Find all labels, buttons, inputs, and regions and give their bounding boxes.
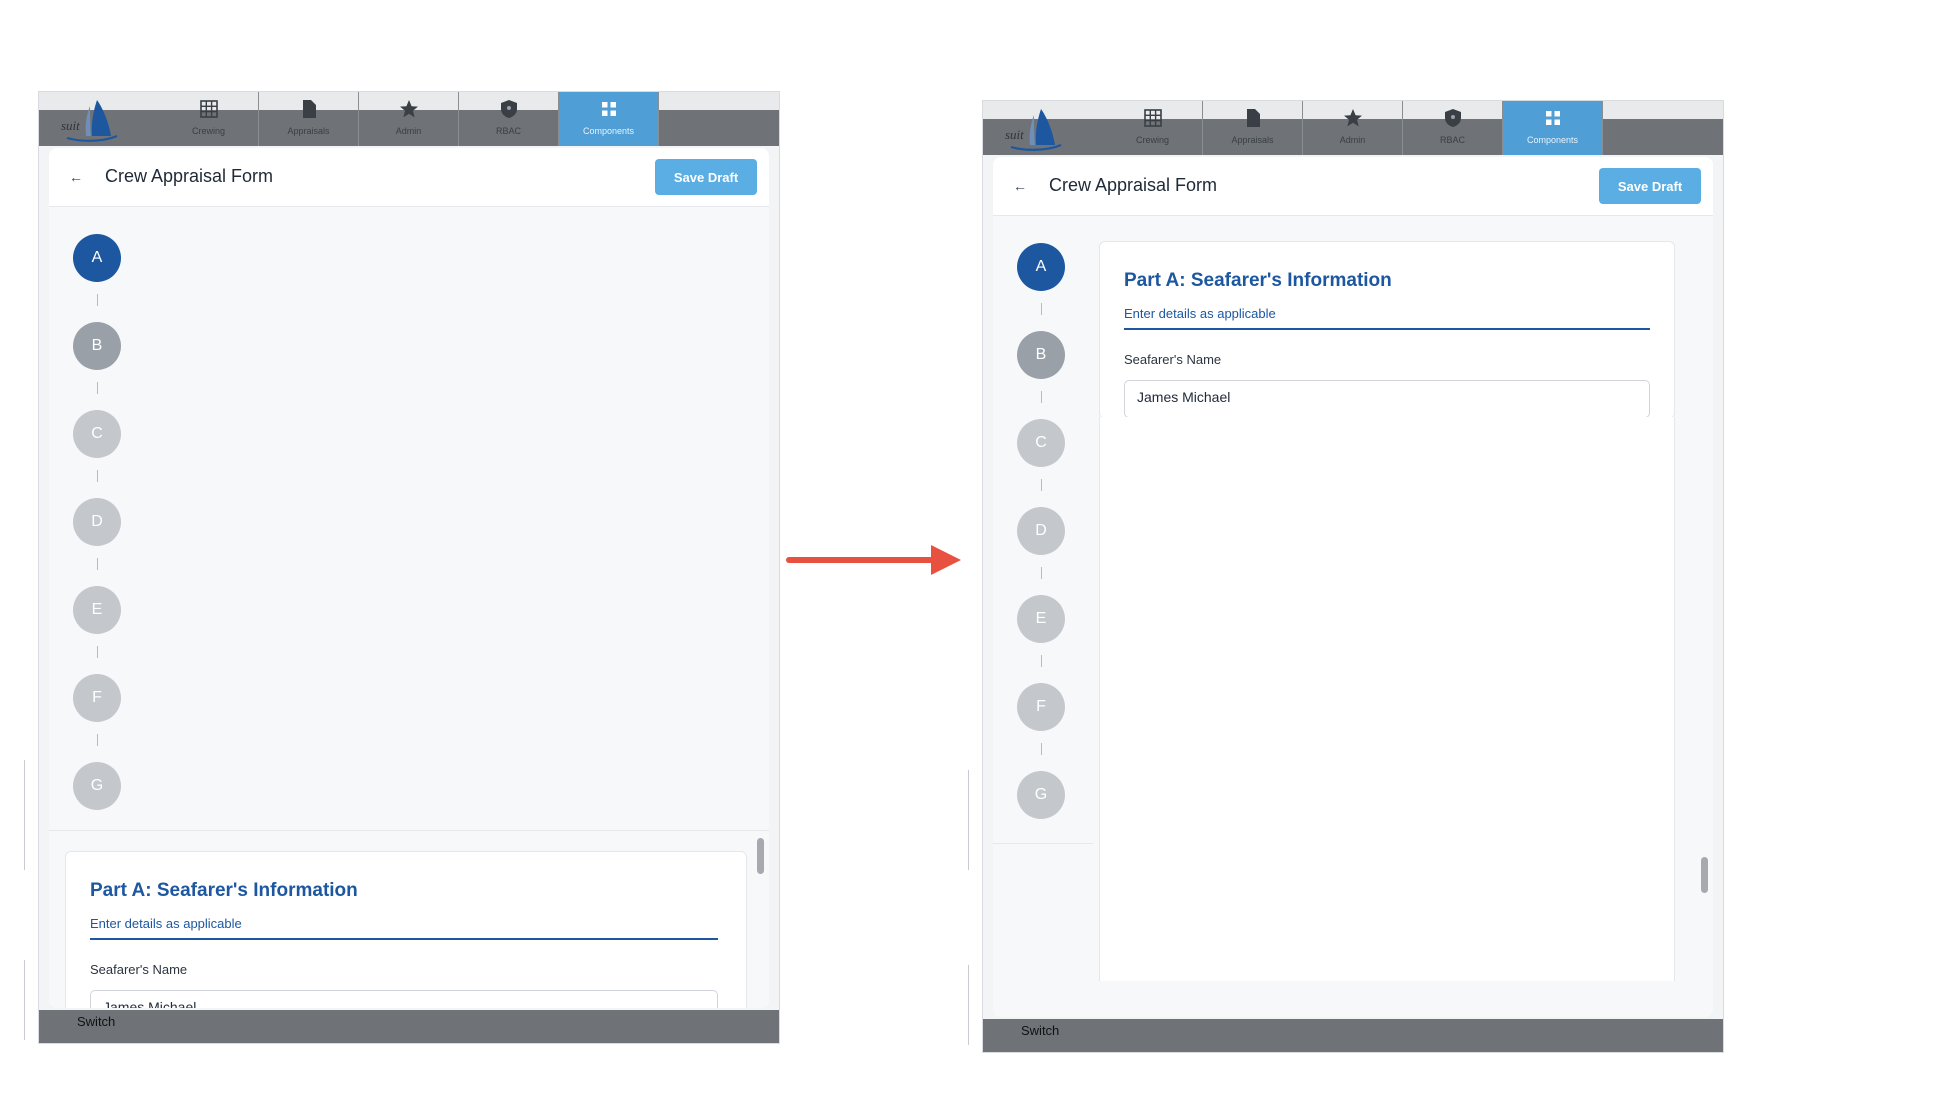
seafarer-name-input[interactable]: James Michael bbox=[90, 990, 718, 1008]
save-draft-button[interactable]: Save Draft bbox=[655, 159, 757, 195]
components-icon bbox=[1545, 111, 1560, 125]
seafarer-name-input[interactable]: James Michael bbox=[1124, 380, 1650, 418]
step-b[interactable]: B bbox=[1017, 331, 1065, 379]
tab-crewing[interactable]: Crewing bbox=[1103, 101, 1203, 155]
shield-icon bbox=[1444, 109, 1461, 127]
step-g[interactable]: G bbox=[73, 762, 121, 810]
back-arrow-icon[interactable]: ← bbox=[65, 166, 87, 188]
top-nav: Crewing Appraisals Admin RBAC Components bbox=[39, 92, 779, 146]
document-icon bbox=[302, 100, 316, 118]
seafarer-name-label: Seafarer's Name bbox=[90, 962, 188, 977]
step-f[interactable]: F bbox=[1017, 683, 1065, 731]
tab-label: Admin bbox=[1339, 135, 1366, 145]
scrollbar[interactable] bbox=[757, 838, 764, 874]
part-a-card: Part A: Seafarer's Information Enter det… bbox=[65, 851, 747, 1008]
screenshot-before: Crewing Appraisals Admin RBAC Components… bbox=[38, 91, 780, 1044]
tab-appraisals[interactable]: Appraisals bbox=[259, 92, 359, 146]
save-draft-button[interactable]: Save Draft bbox=[1599, 168, 1701, 204]
tab-label: Appraisals bbox=[287, 126, 330, 136]
tab-admin[interactable]: Admin bbox=[1303, 101, 1403, 155]
step-e[interactable]: E bbox=[73, 586, 121, 634]
footer-bar: Switch bbox=[39, 1010, 779, 1043]
right-arrow-icon bbox=[786, 545, 961, 575]
footer-bar: Switch bbox=[983, 1019, 1723, 1052]
step-d[interactable]: D bbox=[73, 498, 121, 546]
star-icon bbox=[399, 100, 418, 118]
step-c[interactable]: C bbox=[73, 410, 121, 458]
form-panel: ← Crew Appraisal Form Save Draft A B C D… bbox=[993, 157, 1713, 1017]
back-arrow-icon[interactable]: ← bbox=[1009, 175, 1031, 197]
scrollbar[interactable] bbox=[1701, 857, 1708, 893]
section-subtitle: Enter details as applicable bbox=[90, 916, 242, 931]
step-d[interactable]: D bbox=[1017, 507, 1065, 555]
step-c[interactable]: C bbox=[1017, 419, 1065, 467]
star-icon bbox=[1343, 109, 1362, 127]
form-header: ← Crew Appraisal Form Save Draft bbox=[993, 157, 1713, 216]
tab-crewing[interactable]: Crewing bbox=[159, 92, 259, 146]
part-a-card: Part A: Seafarer's Information Enter det… bbox=[1099, 241, 1675, 419]
document-icon bbox=[1246, 109, 1260, 127]
step-a[interactable]: A bbox=[1017, 243, 1065, 291]
company-logo bbox=[59, 98, 119, 142]
tab-label: Crewing bbox=[191, 126, 225, 136]
page-title: Crew Appraisal Form bbox=[1049, 175, 1218, 195]
components-icon bbox=[601, 102, 616, 116]
form-panel: ← Crew Appraisal Form Save Draft A B C D… bbox=[49, 148, 769, 1008]
tab-appraisals[interactable]: Appraisals bbox=[1203, 101, 1303, 155]
screenshot-after: Crewing Appraisals Admin RBAC Components… bbox=[982, 100, 1724, 1053]
tab-label: Crewing bbox=[1135, 135, 1169, 145]
step-e[interactable]: E bbox=[1017, 595, 1065, 643]
step-a[interactable]: A bbox=[73, 234, 121, 282]
step-b[interactable]: B bbox=[73, 322, 121, 370]
section-title: Part A: Seafarer's Information bbox=[1124, 270, 1392, 291]
tab-admin[interactable]: Admin bbox=[359, 92, 459, 146]
page-title: Crew Appraisal Form bbox=[105, 166, 274, 186]
grid-icon bbox=[1143, 109, 1162, 127]
grid-icon bbox=[199, 100, 218, 118]
section-subtitle: Enter details as applicable bbox=[1124, 306, 1276, 321]
tab-label: Components bbox=[1526, 135, 1579, 145]
tab-components[interactable]: Components bbox=[559, 92, 659, 146]
tab-rbac[interactable]: RBAC bbox=[459, 92, 559, 146]
tab-label: Components bbox=[582, 126, 635, 136]
tab-label: Appraisals bbox=[1231, 135, 1274, 145]
tab-components[interactable]: Components bbox=[1503, 101, 1603, 155]
company-logo bbox=[1003, 107, 1063, 151]
tab-label: Admin bbox=[395, 126, 422, 136]
switch-label[interactable]: Switch bbox=[77, 1014, 115, 1029]
switch-label[interactable]: Switch bbox=[1021, 1023, 1059, 1038]
step-f[interactable]: F bbox=[73, 674, 121, 722]
blank-render-area bbox=[1099, 417, 1675, 981]
tab-label: RBAC bbox=[1439, 135, 1465, 145]
section-title: Part A: Seafarer's Information bbox=[90, 880, 358, 901]
shield-icon bbox=[500, 100, 517, 118]
tab-label: RBAC bbox=[495, 126, 521, 136]
top-nav: Crewing Appraisals Admin RBAC Components bbox=[983, 101, 1723, 155]
step-g[interactable]: G bbox=[1017, 771, 1065, 819]
seafarer-name-label: Seafarer's Name bbox=[1124, 352, 1222, 367]
tab-rbac[interactable]: RBAC bbox=[1403, 101, 1503, 155]
form-header: ← Crew Appraisal Form Save Draft bbox=[49, 148, 769, 207]
